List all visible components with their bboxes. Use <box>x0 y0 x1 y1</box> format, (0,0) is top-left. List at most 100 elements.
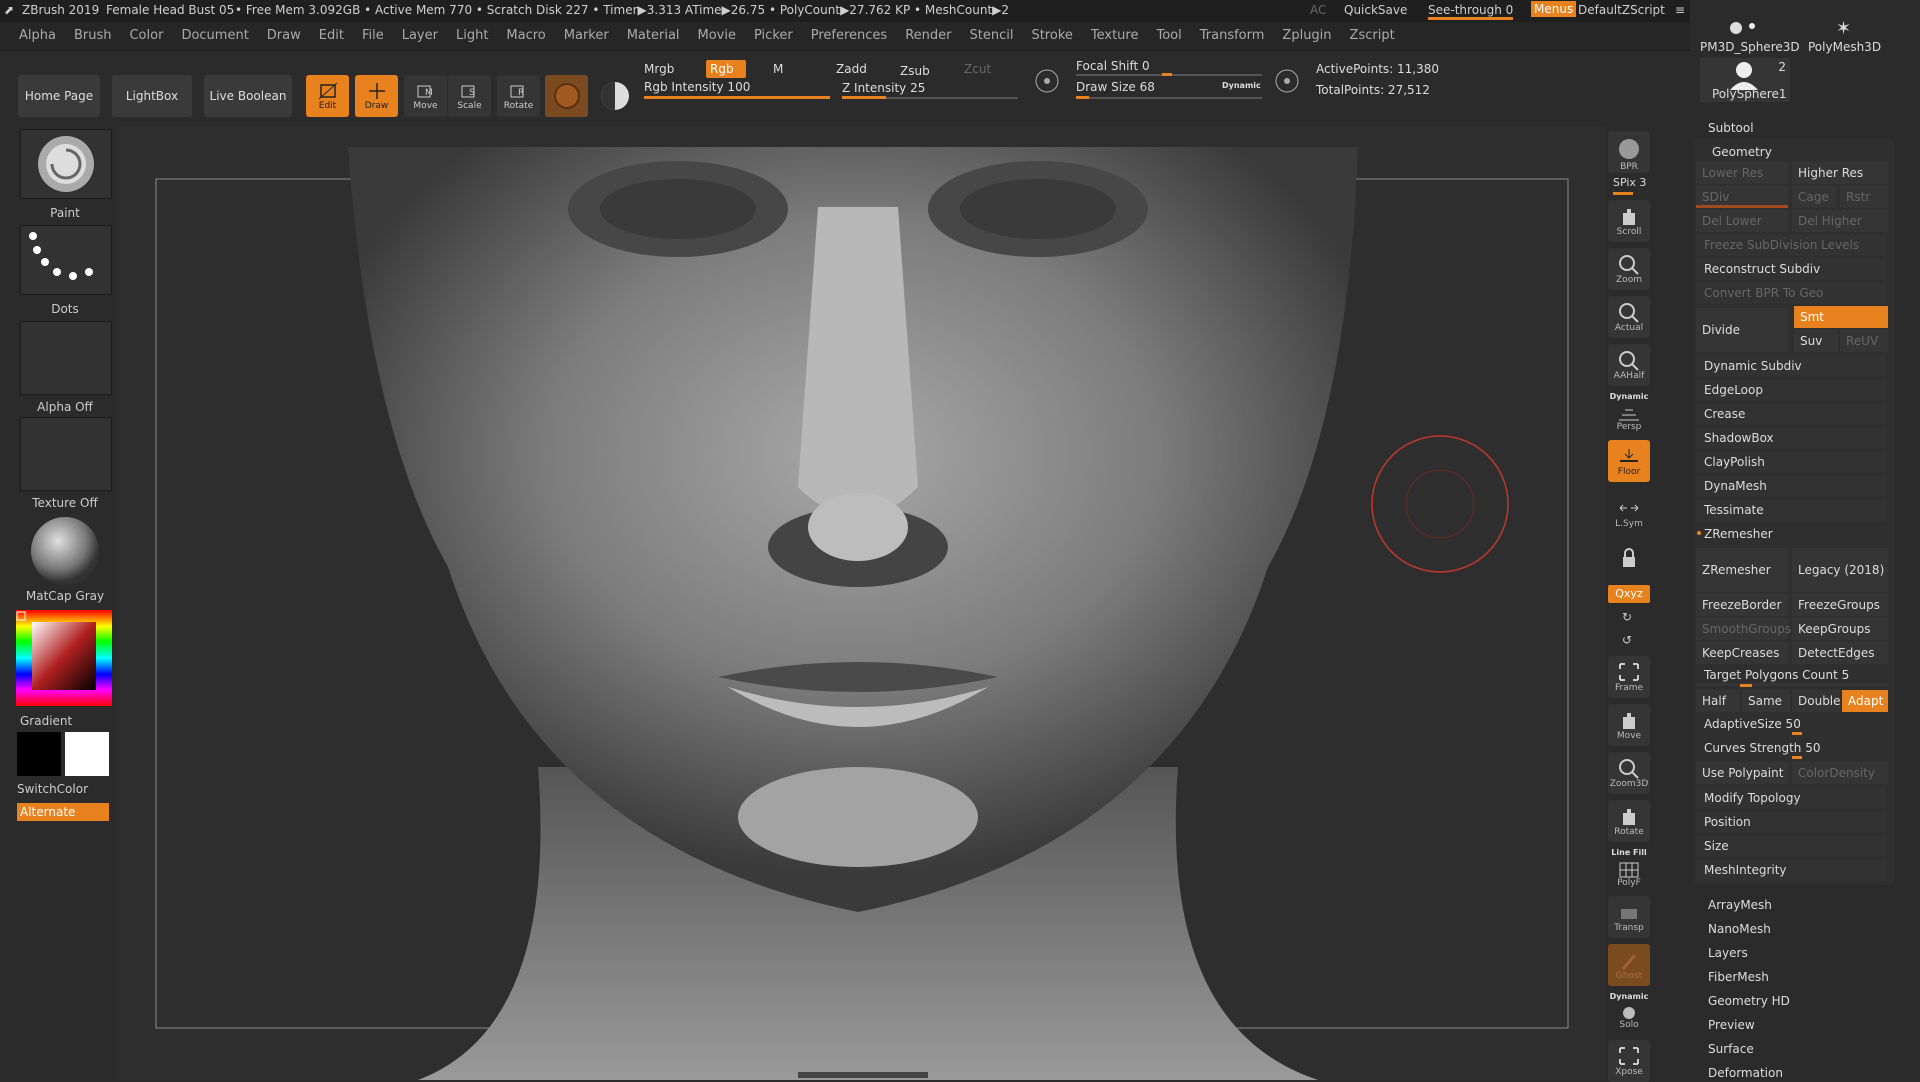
alternate-button[interactable]: Alternate <box>17 803 109 821</box>
size-header[interactable]: Size <box>1696 835 1886 857</box>
use-polypaint-toggle[interactable]: Use Polypaint <box>1696 762 1788 784</box>
legacy-2018-button[interactable]: Legacy (2018) <box>1792 548 1888 592</box>
subtool-header[interactable]: Subtool <box>1708 121 1754 135</box>
menu-transform[interactable]: Transform <box>1191 22 1274 50</box>
claypolish-header[interactable]: ClayPolish <box>1696 451 1886 473</box>
menu-marker[interactable]: Marker <box>555 22 618 50</box>
draw-size-d-icon[interactable] <box>1273 67 1301 98</box>
del-lower-button[interactable]: Del Lower <box>1696 210 1788 232</box>
menu-alpha[interactable]: Alpha <box>10 22 65 50</box>
shadowbox-header[interactable]: ShadowBox <box>1696 427 1886 449</box>
deformation-header[interactable]: Deformation <box>1708 1066 1783 1080</box>
xyz-symmetry-toggle[interactable]: Qxyz <box>1608 585 1650 603</box>
lsym-button[interactable]: L.Sym <box>1608 492 1650 534</box>
arraymesh-header[interactable]: ArrayMesh <box>1708 898 1772 912</box>
freeze-border-toggle[interactable]: FreezeBorder <box>1696 594 1788 616</box>
reconstruct-subdiv-button[interactable]: Reconstruct Subdiv <box>1696 258 1886 280</box>
suv-toggle[interactable]: Suv <box>1794 330 1838 352</box>
spix-setting[interactable]: SPix 3 <box>1613 176 1646 189</box>
zadd-toggle[interactable]: Zadd <box>836 62 867 76</box>
floor-button[interactable]: Floor <box>1608 440 1650 482</box>
rotate-view-button[interactable]: Rotate <box>1608 800 1650 842</box>
focal-s-icon[interactable] <box>1033 67 1061 98</box>
freeze-groups-toggle[interactable]: FreezeGroups <box>1792 594 1888 616</box>
menu-layer[interactable]: Layer <box>393 22 447 50</box>
rotate-button[interactable]: R Rotate <box>497 75 540 117</box>
menu-tool[interactable]: Tool <box>1147 22 1190 50</box>
lightbox-button[interactable]: LightBox <box>112 75 192 117</box>
dynamic-subdiv-header[interactable]: Dynamic Subdiv <box>1696 355 1886 377</box>
tessimate-header[interactable]: Tessimate <box>1696 499 1886 521</box>
zoom3d-button[interactable]: Zoom3D <box>1608 752 1650 794</box>
polysphere-thumb[interactable]: 2 PolySphere1 <box>1700 58 1790 102</box>
menu-texture[interactable]: Texture <box>1082 22 1148 50</box>
document-canvas[interactable] <box>118 127 1606 1080</box>
smt-toggle[interactable]: Smt <box>1794 306 1888 328</box>
rotate-y-icon[interactable]: ↺ <box>1622 633 1632 647</box>
higher-res-button[interactable]: Higher Res <box>1792 162 1888 184</box>
frame-button[interactable]: Frame <box>1608 656 1650 698</box>
menu-macro[interactable]: Macro <box>497 22 554 50</box>
double-toggle[interactable]: Double <box>1792 690 1841 712</box>
curves-strength-slider[interactable]: Curves Strength 50 <box>1696 737 1886 759</box>
ghost-button[interactable]: Ghost <box>1608 944 1650 986</box>
focal-shift-slider[interactable]: Focal Shift 0 <box>1076 59 1150 73</box>
position-header[interactable]: Position <box>1696 811 1886 833</box>
modify-topology-header[interactable]: Modify Topology <box>1696 787 1886 809</box>
color-density-slider[interactable]: ColorDensity <box>1792 762 1888 784</box>
crease-header[interactable]: Crease <box>1696 403 1886 425</box>
z-intensity-slider[interactable]: Z Intensity 25 <box>842 81 925 95</box>
geometry-header[interactable]: Geometry <box>1712 145 1772 159</box>
default-zscript-button[interactable]: DefaultZScript <box>1578 3 1665 17</box>
menu-zscript[interactable]: Zscript <box>1341 22 1404 50</box>
color-picker[interactable] <box>16 610 112 706</box>
menu-stencil[interactable]: Stencil <box>960 22 1022 50</box>
secondary-color-swatch[interactable] <box>65 732 109 776</box>
half-toggle[interactable]: Half <box>1696 690 1740 712</box>
menu-edit[interactable]: Edit <box>310 22 353 50</box>
layers-header[interactable]: Layers <box>1708 946 1748 960</box>
layout-icon[interactable]: ≡ <box>1675 3 1685 17</box>
polymesh3d-thumb[interactable]: ✶ PolyMesh3D <box>1800 18 1888 56</box>
divide-button[interactable]: Divide <box>1696 308 1788 352</box>
zcut-toggle[interactable]: Zcut <box>964 62 991 76</box>
geometry-hd-header[interactable]: Geometry HD <box>1708 994 1790 1008</box>
convert-bpr-button[interactable]: Convert BPR To Geo <box>1696 282 1886 304</box>
target-polygons-slider[interactable]: Target Polygons Count 5 <box>1696 664 1888 686</box>
stroke-thumbnail[interactable] <box>20 225 112 295</box>
lock-button[interactable] <box>1608 540 1650 582</box>
sculpt-viewport[interactable] <box>118 127 1606 1080</box>
same-toggle[interactable]: Same <box>1742 690 1790 712</box>
edit-button[interactable]: Edit <box>306 75 349 117</box>
actual-button[interactable]: Actual <box>1608 296 1650 338</box>
fibermesh-header[interactable]: FiberMesh <box>1708 970 1769 984</box>
aahalf-button[interactable]: AAHalf <box>1608 344 1650 386</box>
brush-thumbnail[interactable] <box>20 129 112 199</box>
lower-res-button[interactable]: Lower Res <box>1696 162 1788 184</box>
rgb-toggle[interactable]: Rgb <box>706 60 746 78</box>
surface-header[interactable]: Surface <box>1708 1042 1754 1056</box>
preview-header[interactable]: Preview <box>1708 1018 1755 1032</box>
adapt-toggle[interactable]: Adapt <box>1842 690 1888 712</box>
reuv-button[interactable]: ReUV <box>1840 330 1888 352</box>
nanomesh-header[interactable]: NanoMesh <box>1708 922 1771 936</box>
dynamic-toggle[interactable]: Dynamic <box>1222 81 1261 90</box>
keep-groups-toggle[interactable]: KeepGroups <box>1792 618 1888 640</box>
menu-picker[interactable]: Picker <box>745 22 802 50</box>
mesh-integrity-header[interactable]: MeshIntegrity <box>1696 859 1886 881</box>
menu-light[interactable]: Light <box>447 22 497 50</box>
persp-button[interactable]: Dynamic Persp <box>1608 392 1650 434</box>
switch-color-button[interactable]: SwitchColor <box>17 782 109 800</box>
scale-button[interactable]: S Scale <box>448 75 491 117</box>
move-button[interactable]: M Move <box>404 75 447 117</box>
solo-button[interactable]: Dynamic Solo <box>1608 992 1650 1034</box>
del-higher-button[interactable]: Del Higher <box>1792 210 1888 232</box>
zoom-button[interactable]: Zoom <box>1608 248 1650 290</box>
cage-button[interactable]: Cage <box>1792 186 1836 208</box>
live-boolean-button[interactable]: Live Boolean <box>204 75 292 117</box>
menu-zplugin[interactable]: Zplugin <box>1273 22 1340 50</box>
menu-render[interactable]: Render <box>896 22 960 50</box>
mrgb-toggle[interactable]: Mrgb <box>644 62 674 76</box>
smooth-groups-slider[interactable]: SmoothGroups <box>1696 618 1791 640</box>
menu-preferences[interactable]: Preferences <box>802 22 896 50</box>
